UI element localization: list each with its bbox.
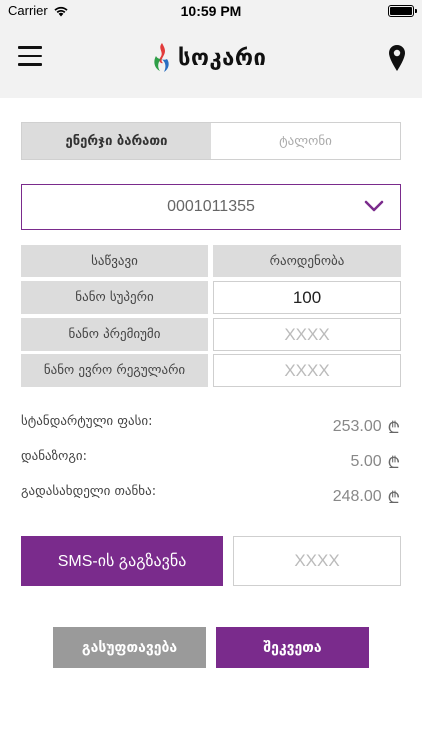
quantity-input-nano-super[interactable]: 100 (213, 281, 401, 314)
lari-currency-icon: ₾ (387, 418, 400, 437)
clock: 10:59 PM (180, 3, 242, 19)
card-number-select[interactable]: 0001011355 (21, 184, 401, 230)
table-header-fuel: საწვავი (21, 245, 208, 277)
table-header-quantity: რაოდენობა (213, 245, 401, 277)
app-header: სოკარი (0, 22, 422, 98)
logo-text: სოკარი (178, 45, 267, 71)
fuel-label-nano-euro-regular: ნანო ევრო რეგულარი (21, 354, 208, 387)
quantity-input-nano-premium[interactable]: XXXX (213, 318, 401, 351)
tab-voucher[interactable]: ტალონი (211, 123, 400, 159)
clear-button[interactable]: გასუფთავება (53, 627, 206, 668)
fuel-label-nano-super: ნანო სუპერი (21, 281, 208, 314)
socar-flame-icon (154, 43, 169, 72)
total-amount: 248.00 (332, 488, 382, 505)
order-button[interactable]: შეკვეთა (216, 627, 369, 668)
total-value: 248.00 ₾ (333, 486, 400, 508)
lari-currency-icon: ₾ (387, 453, 400, 472)
standard-price-label: სტანდარტული ფასი: (21, 414, 153, 429)
quantity-input-nano-euro-regular[interactable]: XXXX (213, 354, 401, 387)
sms-code-input[interactable]: XXXX (233, 536, 401, 586)
logo: სოკარი (152, 42, 266, 74)
card-number-value: 0001011355 (167, 198, 255, 215)
chevron-down-icon (364, 200, 384, 212)
card-type-tabs: ენერჯი ბარათი ტალონი (21, 122, 401, 160)
discount-value: 5.00 ₾ (351, 451, 400, 473)
hamburger-menu-icon[interactable] (18, 46, 42, 66)
battery-icon (388, 5, 417, 17)
total-label: გადასახდელი თანხა: (21, 484, 157, 499)
discount-amount: 5.00 (350, 453, 382, 470)
standard-price-amount: 253.00 (332, 418, 382, 435)
status-bar: Carrier 10:59 PM (0, 0, 422, 22)
discount-label: დანაზოგი: (21, 449, 88, 464)
lari-currency-icon: ₾ (387, 488, 400, 507)
fuel-label-nano-premium: ნანო პრემიუმი (21, 318, 208, 351)
tab-energy-card[interactable]: ენერჯი ბარათი (22, 123, 211, 159)
send-sms-button[interactable]: SMS-ის გაგზავნა (21, 536, 223, 586)
standard-price-value: 253.00 ₾ (333, 416, 400, 438)
map-pin-icon[interactable] (388, 44, 406, 72)
